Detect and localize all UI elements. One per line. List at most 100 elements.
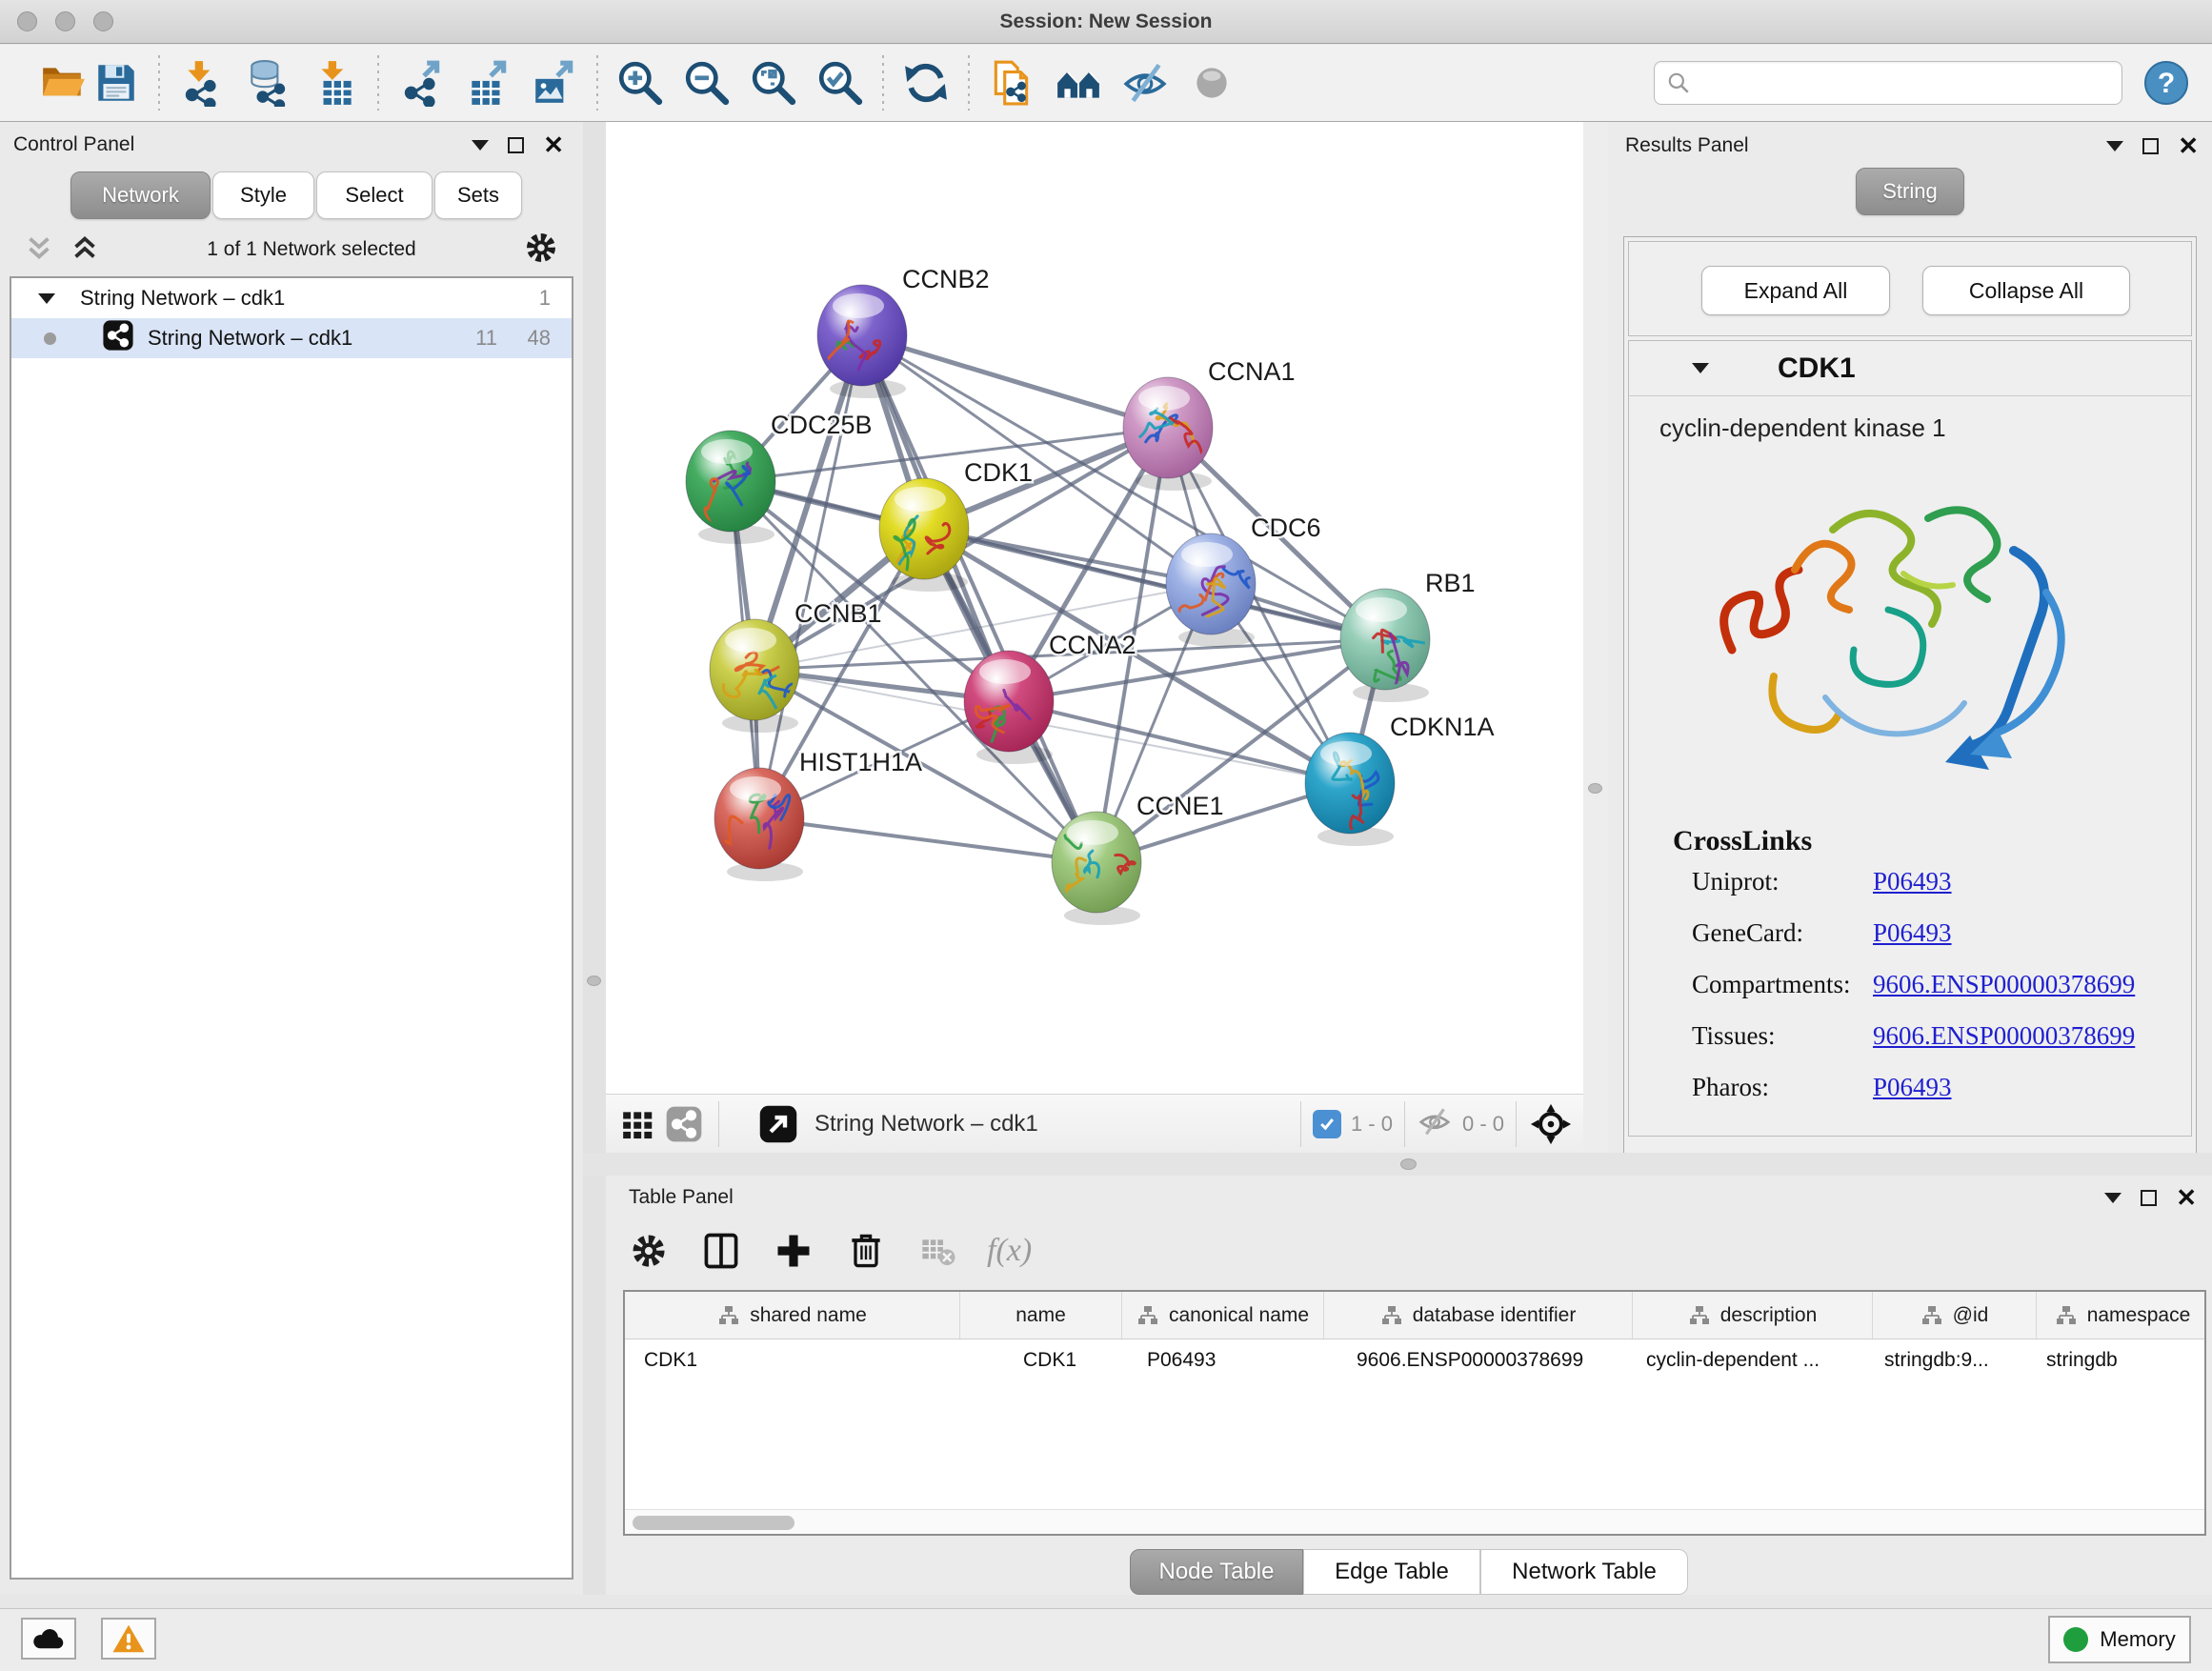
close-panel-icon[interactable]: ✕ [543,137,564,153]
tab-edge-table[interactable]: Edge Table [1303,1549,1480,1595]
network-collection-row[interactable]: String Network – cdk1 1 [11,278,572,318]
table-row[interactable]: CDK1 CDK1 P06493 9606.ENSP00000378699 cy… [625,1339,2204,1381]
gene-entry-header[interactable]: CDK1 [1629,341,2191,396]
edge-CCNA2-CDKN1A[interactable] [1009,701,1350,783]
show-columns-icon[interactable] [697,1227,745,1275]
column-header[interactable]: namespace [2037,1292,2208,1339]
edge-CCNB2-CCNA1[interactable] [862,335,1168,428]
import-table-icon[interactable] [309,56,362,110]
tab-string[interactable]: String [1856,168,1964,215]
grid-view-icon[interactable] [615,1101,661,1147]
open-session-icon[interactable] [36,56,90,110]
cell-database-identifier[interactable]: 9606.ENSP00000378699 [1324,1339,1633,1381]
network-node-CDKN1A[interactable]: CDKN1A [1305,713,1495,846]
table-horizontal-scrollbar[interactable] [625,1509,2204,1534]
tab-network-table[interactable]: Network Table [1480,1549,1688,1595]
network-node-RB1[interactable]: RB1 [1340,569,1476,702]
cell-namespace[interactable]: stringdb [2037,1339,2208,1381]
import-network-icon[interactable] [175,56,229,110]
tab-select[interactable]: Select [316,171,432,219]
zoom-selected-icon[interactable] [814,56,867,110]
tab-sets[interactable]: Sets [434,171,522,219]
export-network-icon[interactable] [394,56,448,110]
cell-description[interactable]: cyclin-dependent ... [1633,1339,1873,1381]
panel-menu-icon[interactable] [2106,141,2123,151]
fit-content-crosshair-icon[interactable] [1528,1101,1574,1147]
network-node-CDC6[interactable]: CDC6 [1166,513,1321,647]
float-panel-icon[interactable] [2141,1190,2157,1206]
help-icon[interactable]: ? [2143,60,2189,106]
cell-name[interactable]: CDK1 [960,1339,1122,1381]
cell-id[interactable]: stringdb:9... [1873,1339,2037,1381]
column-header[interactable]: @id [1873,1292,2037,1339]
delete-table-icon[interactable] [915,1227,962,1275]
zoom-fit-icon[interactable] [747,56,800,110]
column-header[interactable]: name [960,1292,1122,1339]
tab-network[interactable]: Network [70,171,211,219]
hide-selected-icon[interactable] [1118,56,1172,110]
float-panel-icon[interactable] [508,137,524,153]
right-splitter[interactable] [1583,122,1608,1155]
left-splitter[interactable] [583,122,606,1595]
expand-all-button[interactable]: Expand All [1701,266,1890,315]
edge-CCNB2-HIST1H1A[interactable] [759,335,862,818]
tissues-link[interactable]: 9606.ENSP00000378699 [1873,1021,2135,1051]
network-view-icon[interactable] [661,1101,707,1147]
cell-canonical-name[interactable]: P06493 [1122,1339,1324,1381]
column-header[interactable]: description [1633,1292,1873,1339]
float-panel-icon[interactable] [2142,138,2159,154]
cloud-button[interactable] [21,1618,76,1660]
panel-menu-icon[interactable] [472,140,489,151]
toolbar-search[interactable] [1654,61,2122,105]
zoom-out-icon[interactable] [680,56,734,110]
compartments-link[interactable]: 9606.ENSP00000378699 [1873,970,2135,999]
horizontal-splitter[interactable] [583,1153,2212,1176]
network-node-HIST1H1A[interactable]: HIST1H1A [694,748,922,881]
first-neighbors-icon[interactable] [1052,56,1105,110]
splitter-handle[interactable] [1400,1158,1417,1170]
splitter-handle[interactable] [587,976,601,986]
network-options-gear-icon[interactable] [522,229,560,272]
edge-CCNB2-CCNE1[interactable] [862,335,1096,862]
export-table-icon[interactable] [461,56,514,110]
genecard-link[interactable]: P06493 [1873,918,1952,948]
splitter-handle[interactable] [1588,783,1602,794]
network-canvas[interactable]: CCNB2CCNA1CDC25BCDK1CDC6RB1CCNB1CCNA2CDK… [606,122,1583,1094]
table-options-gear-icon[interactable] [625,1227,673,1275]
column-header[interactable]: canonical name [1122,1292,1324,1339]
panel-menu-icon[interactable] [2104,1193,2122,1203]
column-header[interactable]: shared name [625,1292,960,1339]
import-database-icon[interactable] [242,56,295,110]
network-graph[interactable]: CCNB2CCNA1CDC25BCDK1CDC6RB1CCNB1CCNA2CDK… [606,122,1583,1094]
delete-column-icon[interactable] [842,1227,890,1275]
pharos-link[interactable]: P06493 [1873,1073,1952,1102]
refresh-view-icon[interactable] [899,56,953,110]
hidden-eye-slash-icon[interactable] [1417,1103,1453,1144]
scrollbar-thumb[interactable] [633,1516,794,1530]
search-input[interactable] [1691,72,2110,94]
warnings-button[interactable] [101,1618,156,1660]
collapse-all-button[interactable]: Collapse All [1922,266,2130,315]
birdseye-view-icon[interactable] [755,1101,801,1147]
network-node-CCNB2[interactable]: CCNB2 [808,265,989,398]
show-all-icon[interactable] [1185,56,1238,110]
selected-nodes-checkbox[interactable] [1313,1110,1341,1138]
column-header[interactable]: database identifier [1324,1292,1633,1339]
function-builder-icon[interactable]: f(x) [987,1233,1032,1269]
close-panel-icon[interactable]: ✕ [2178,138,2199,154]
zoom-in-icon[interactable] [613,56,667,110]
expand-all-networks-icon[interactable] [69,232,101,269]
cell-shared-name[interactable]: CDK1 [625,1339,960,1381]
tab-node-table[interactable]: Node Table [1130,1549,1303,1595]
collapse-all-networks-icon[interactable] [23,232,55,269]
export-image-icon[interactable] [528,56,581,110]
edge-HIST1H1A-CCNE1[interactable] [759,818,1096,862]
uniprot-link[interactable]: P06493 [1873,867,1952,896]
network-row[interactable]: String Network – cdk1 11 48 [11,318,572,358]
copy-network-icon[interactable] [985,56,1038,110]
add-column-icon[interactable] [770,1227,817,1275]
close-panel-icon[interactable]: ✕ [2176,1190,2197,1206]
network-node-CDC25B[interactable]: CDC25B [686,411,873,544]
memory-button[interactable]: Memory [2048,1616,2191,1663]
tree-expander-icon[interactable] [38,293,55,304]
